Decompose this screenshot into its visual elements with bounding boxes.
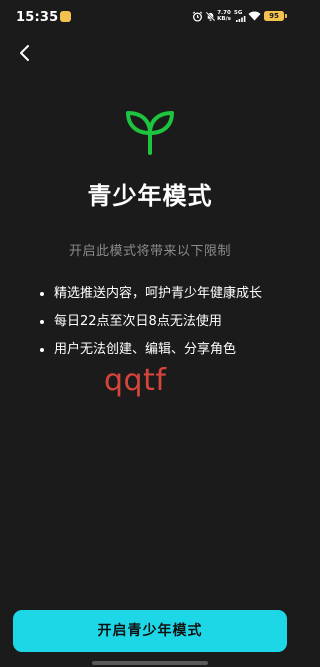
home-indicator[interactable] [92, 661, 208, 665]
list-item-text: 精选推送内容，呵护青少年健康成长 [54, 286, 263, 301]
network-speed-unit: KB/s [217, 16, 231, 22]
list-item: 每日22点至次日8点无法使用 [38, 312, 288, 340]
back-button[interactable] [12, 40, 38, 66]
restriction-list: 精选推送内容，呵护青少年健康成长 每日22点至次日8点无法使用 用户无法创建、编… [38, 284, 288, 368]
bullet-icon [40, 348, 44, 352]
battery-icon: 95 [264, 11, 284, 21]
app-notification-icon [60, 11, 71, 22]
page-title: 青少年模式 [87, 182, 213, 210]
signal-icon [236, 16, 246, 22]
bullet-icon [40, 320, 44, 324]
status-time: 15:35 [16, 10, 59, 25]
battery-tip [285, 14, 287, 18]
alarm-icon [192, 11, 203, 22]
network-speed: 7.70 KB/s [216, 10, 232, 22]
restrictions-intro: 开启此模式将带来以下限制 [68, 244, 231, 259]
wifi-icon [248, 11, 261, 21]
mute-icon [205, 11, 216, 22]
enable-teen-mode-button[interactable]: 开启青少年模式 [13, 610, 287, 652]
bullet-icon [40, 292, 44, 296]
sprout-icon [126, 111, 174, 155]
list-item-text: 用户无法创建、编辑、分享角色 [54, 342, 237, 357]
watermark-text: qqtf [104, 363, 167, 398]
chevron-left-icon [20, 45, 29, 61]
status-bar: 15:35 7.70 KB/s 5G 95 [0, 0, 300, 34]
list-item: 精选推送内容，呵护青少年健康成长 [38, 284, 288, 312]
list-item-text: 每日22点至次日8点无法使用 [54, 314, 222, 329]
